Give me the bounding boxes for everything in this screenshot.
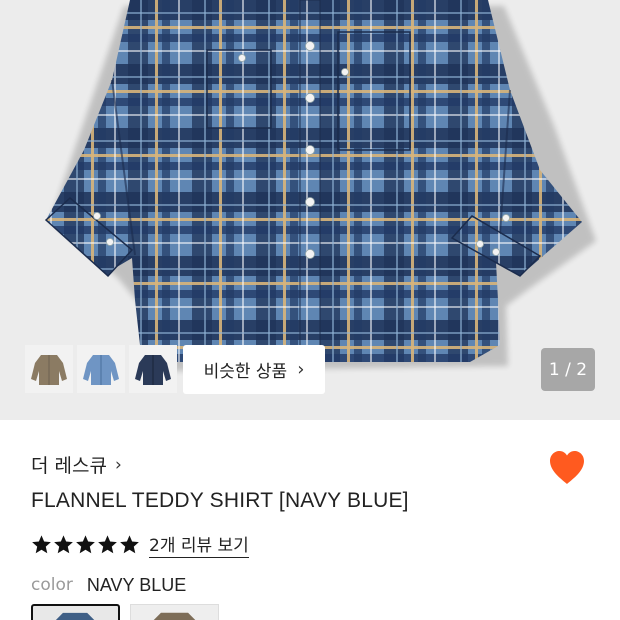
- similar-products-label: 비슷한 상품: [203, 362, 288, 382]
- thumbnail-light-blue-shirt[interactable]: [77, 345, 125, 393]
- color-swatch-khaki[interactable]: [130, 604, 219, 620]
- heart-icon[interactable]: [548, 450, 586, 486]
- star-icon: [98, 535, 117, 554]
- product-image-gallery[interactable]: 비슷한 상품 › 1 / 2: [0, 0, 620, 420]
- reviews-link[interactable]: 2개 리뷰 보기: [149, 531, 249, 558]
- color-label: color: [31, 575, 73, 595]
- star-rating: [31, 534, 140, 555]
- star-icon: [32, 535, 51, 554]
- star-icon: [76, 535, 95, 554]
- swatch-shirt-image: [153, 612, 196, 620]
- chevron-right-icon: ›: [297, 359, 305, 380]
- thumbnail-strip: [25, 345, 177, 393]
- color-value: NAVY BLUE: [86, 575, 187, 595]
- swatch-shirt-image: [56, 612, 95, 620]
- color-swatch-navy-blue[interactable]: [31, 604, 120, 620]
- thumbnail-navy-shirt[interactable]: [129, 345, 177, 393]
- rating-row: 2개 리뷰 보기: [31, 531, 249, 558]
- star-icon: [54, 535, 73, 554]
- image-pager-indicator: 1 / 2: [541, 348, 595, 391]
- thumbnail-khaki-shirt[interactable]: [25, 345, 73, 393]
- brand-name: 더 레스큐: [31, 455, 107, 477]
- star-icon: [120, 535, 139, 554]
- brand-link[interactable]: 더 레스큐 ›: [31, 451, 122, 478]
- similar-products-button[interactable]: 비슷한 상품 ›: [183, 345, 325, 394]
- chevron-right-icon: ›: [114, 454, 122, 475]
- product-title: FLANNEL TEDDY SHIRT [NAVY BLUE]: [31, 489, 409, 512]
- color-row: color NAVY BLUE: [31, 575, 186, 596]
